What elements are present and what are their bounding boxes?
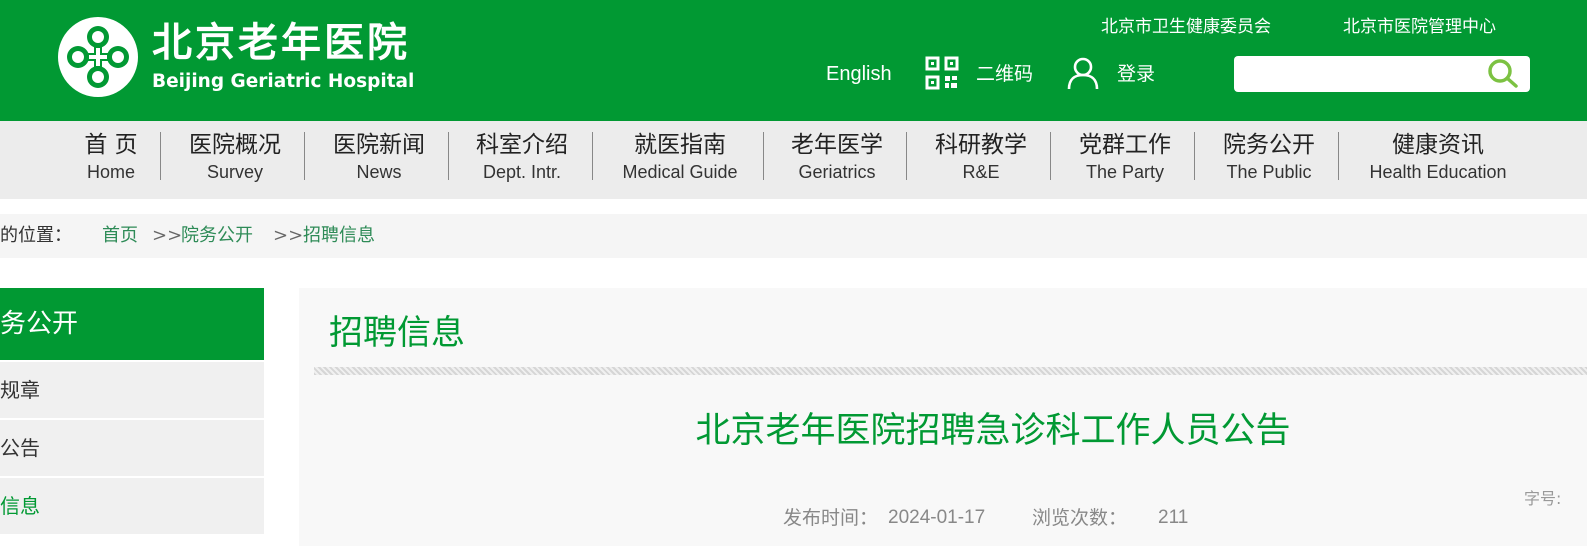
nav-divider (763, 132, 764, 180)
login-link[interactable]: 登录 (1117, 60, 1155, 88)
views-count: 211 (1158, 507, 1189, 528)
nav-news[interactable]: 医院新闻 News (324, 130, 434, 188)
nav-survey-cn: 医院概况 (189, 132, 281, 158)
nav-party-cn: 党群工作 (1079, 132, 1171, 158)
nav-medical-guide-cn: 就医指南 (634, 132, 726, 158)
nav-divider (906, 132, 907, 180)
sidebar-item-announcements[interactable]: 公告 (0, 420, 264, 476)
nav-divider (1194, 132, 1195, 180)
search-icon[interactable] (1485, 58, 1521, 90)
nav-geriatrics-en: Geriatrics (798, 162, 876, 182)
nav-news-en: News (356, 162, 402, 182)
nav-health-education-cn: 健康资讯 (1392, 132, 1484, 158)
nav-party[interactable]: 党群工作 The Party (1070, 130, 1180, 188)
breadcrumb-separator: >> (152, 225, 183, 246)
nav-survey-en: Survey (206, 162, 264, 182)
nav-divider (448, 132, 449, 180)
breadcrumb: 的位置： 首页 >> 院务公开 >> 招聘信息 (0, 214, 1587, 258)
main-content: 招聘信息 北京老年医院招聘急诊科工作人员公告 发布时间： 2024-01-17 … (299, 288, 1587, 546)
sidebar-item-regulations[interactable]: 规章 (0, 362, 264, 418)
nav-public-cn: 院务公开 (1223, 132, 1315, 158)
user-icon[interactable] (1066, 56, 1100, 90)
font-size-label: 字号: (1524, 489, 1562, 508)
english-link[interactable]: English (826, 60, 892, 88)
section-divider (314, 367, 1587, 375)
nav-public-en: The Public (1226, 162, 1312, 182)
nav-health-education[interactable]: 健康资讯 Health Education (1360, 130, 1516, 188)
link-hospital-admin-center[interactable]: 北京市医院管理中心 (1343, 14, 1496, 40)
breadcrumb-home[interactable]: 首页 (102, 214, 138, 258)
qr-code-icon[interactable] (925, 56, 959, 90)
nav-divider (592, 132, 593, 180)
nav-home-en: Home (86, 162, 135, 182)
nav-public[interactable]: 院务公开 The Public (1214, 130, 1324, 188)
sidebar-item-recruitment[interactable]: 信息 (0, 478, 264, 534)
nav-health-education-en: Health Education (1369, 162, 1507, 182)
nav-geriatrics[interactable]: 老年医学 Geriatrics (782, 130, 892, 188)
breadcrumb-separator: >> (273, 225, 304, 246)
views-label: 浏览次数： (1032, 507, 1128, 529)
nav-research-education-en: R&E (962, 162, 1000, 182)
article-title: 北京老年医院招聘急诊科工作人员公告 (695, 411, 1291, 451)
breadcrumb-recruitment[interactable]: 招聘信息 (303, 214, 375, 258)
link-health-commission[interactable]: 北京市卫生健康委员会 (1101, 14, 1271, 40)
publish-label: 发布时间： (783, 507, 879, 529)
nav-medical-guide[interactable]: 就医指南 Medical Guide (612, 130, 748, 188)
publish-date: 2024-01-17 (888, 507, 986, 528)
section-title: 招聘信息 (329, 313, 465, 353)
nav-home[interactable]: 首 页 Home (80, 130, 142, 188)
nav-medical-guide-en: Medical Guide (622, 162, 738, 182)
breadcrumb-prefix: 的位置： (0, 225, 72, 246)
logo-chinese-name[interactable]: 北京老年医院 (152, 18, 410, 68)
nav-research-education-cn: 科研教学 (935, 132, 1027, 158)
nav-departments-cn: 科室介绍 (476, 132, 568, 158)
sidebar: 务公开 规章 公告 信息 (0, 288, 264, 546)
nav-divider (304, 132, 305, 180)
nav-divider (1338, 132, 1339, 180)
nav-party-en: The Party (1085, 162, 1165, 182)
site-header: 北京老年医院 Beijing Geriatric Hospital 北京市卫生健… (0, 0, 1587, 121)
hospital-emblem-icon[interactable] (56, 15, 140, 99)
nav-divider (1050, 132, 1051, 180)
nav-news-cn: 医院新闻 (333, 132, 425, 158)
nav-departments[interactable]: 科室介绍 Dept. Intr. (467, 130, 577, 188)
nav-research-education[interactable]: 科研教学 R&E (926, 130, 1036, 188)
nav-survey[interactable]: 医院概况 Survey (180, 130, 290, 188)
breadcrumb-public[interactable]: 院务公开 (181, 214, 253, 258)
nav-home-cn: 首 页 (84, 132, 138, 158)
nav-geriatrics-cn: 老年医学 (791, 132, 883, 158)
nav-departments-en: Dept. Intr. (482, 162, 562, 182)
nav-divider (160, 132, 161, 180)
main-navigation: 首 页 Home 医院概况 Survey 医院新闻 News 科室介绍 Dept… (0, 121, 1587, 199)
logo-english-name[interactable]: Beijing Geriatric Hospital (152, 69, 414, 95)
qr-code-link[interactable]: 二维码 (976, 60, 1033, 88)
sidebar-title: 务公开 (0, 288, 264, 360)
